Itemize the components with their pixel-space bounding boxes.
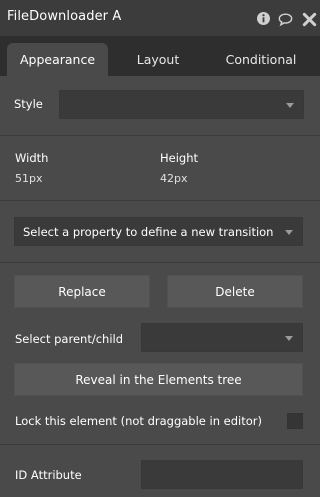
- transition-dropdown[interactable]: Select a property to define a new transi…: [14, 217, 303, 246]
- width-label: Width: [15, 151, 49, 165]
- appearance-panel: Style Width 51px Height 42px Select a pr…: [0, 76, 320, 497]
- tab-bar: Appearance Layout Conditional: [0, 36, 320, 76]
- divider: [0, 262, 320, 263]
- info-icon[interactable]: [256, 11, 271, 26]
- transition-placeholder: Select a property to define a new transi…: [23, 224, 274, 239]
- delete-button[interactable]: Delete: [167, 275, 303, 308]
- title-bar: FileDownloader A: [0, 0, 320, 36]
- window-title: FileDownloader A: [7, 9, 122, 24]
- parent-child-label: Select parent/child: [15, 332, 124, 346]
- comment-icon[interactable]: [278, 12, 293, 27]
- divider: [0, 444, 320, 445]
- chevron-down-icon: [285, 229, 293, 235]
- tab-layout[interactable]: Layout: [118, 43, 198, 76]
- id-attribute-input[interactable]: [141, 460, 303, 489]
- replace-button[interactable]: Replace: [14, 275, 150, 308]
- chevron-down-icon: [285, 335, 293, 341]
- lock-element-label: Lock this element (not draggable in edit…: [15, 414, 262, 428]
- style-dropdown[interactable]: [59, 90, 304, 119]
- height-value[interactable]: 42px: [160, 172, 188, 185]
- width-value[interactable]: 51px: [15, 172, 43, 185]
- tab-appearance[interactable]: Appearance: [7, 43, 108, 76]
- divider: [0, 200, 320, 201]
- close-icon[interactable]: [302, 12, 317, 27]
- divider: [0, 135, 320, 136]
- style-label: Style: [14, 97, 43, 111]
- chevron-down-icon: [286, 102, 294, 108]
- reveal-in-elements-tree-button[interactable]: Reveal in the Elements tree: [14, 363, 303, 396]
- height-label: Height: [160, 151, 199, 165]
- parent-child-dropdown[interactable]: [141, 323, 303, 352]
- id-attribute-label: ID Attribute: [15, 468, 82, 482]
- tab-conditional[interactable]: Conditional: [210, 43, 312, 76]
- lock-element-checkbox[interactable]: [287, 413, 303, 429]
